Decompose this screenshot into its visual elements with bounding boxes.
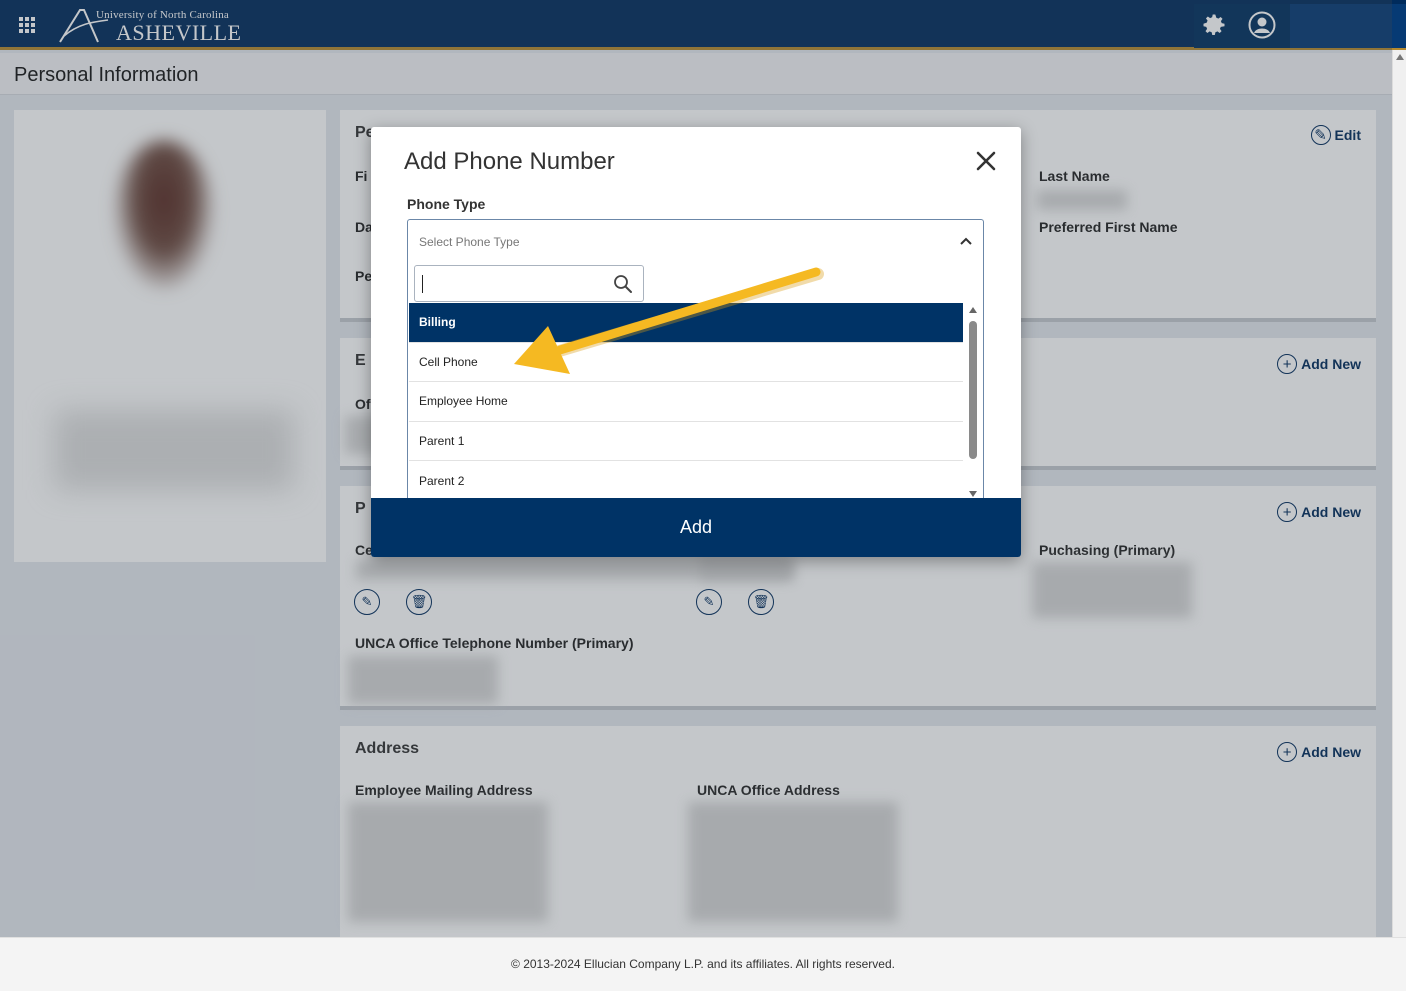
option-list: Billing Cell Phone Employee Home Parent … xyxy=(409,303,963,501)
phone-type-dropdown: Billing Cell Phone Employee Home Parent … xyxy=(407,263,984,507)
close-icon[interactable] xyxy=(974,149,998,173)
text-caret xyxy=(422,275,423,293)
modal-title: Add Phone Number xyxy=(404,148,615,175)
footer: © 2013-2024 Ellucian Company L.P. and it… xyxy=(0,937,1406,991)
option-employee-home[interactable]: Employee Home xyxy=(409,382,963,422)
page-scrollbar[interactable] xyxy=(1392,50,1406,937)
scroll-up-icon[interactable] xyxy=(969,307,977,313)
select-placeholder: Select Phone Type xyxy=(419,235,520,249)
option-parent-1[interactable]: Parent 1 xyxy=(409,422,963,462)
copyright-text: © 2013-2024 Ellucian Company L.P. and it… xyxy=(511,957,895,971)
chevron-up-icon xyxy=(960,237,972,245)
option-parent-2[interactable]: Parent 2 xyxy=(409,461,963,501)
phone-type-search-input[interactable] xyxy=(414,265,644,302)
scroll-thumb[interactable] xyxy=(969,321,977,459)
add-button[interactable]: Add xyxy=(371,498,1021,557)
phone-type-label: Phone Type xyxy=(407,196,486,212)
search-icon xyxy=(614,275,632,293)
scroll-down-icon[interactable] xyxy=(969,491,977,497)
dropdown-scrollbar[interactable] xyxy=(965,303,981,503)
add-phone-modal: Add Phone Number Phone Type Select Phone… xyxy=(371,127,1021,557)
option-cell-phone[interactable]: Cell Phone xyxy=(409,343,963,383)
option-billing[interactable]: Billing xyxy=(409,303,963,343)
phone-type-select[interactable]: Select Phone Type xyxy=(407,219,984,263)
